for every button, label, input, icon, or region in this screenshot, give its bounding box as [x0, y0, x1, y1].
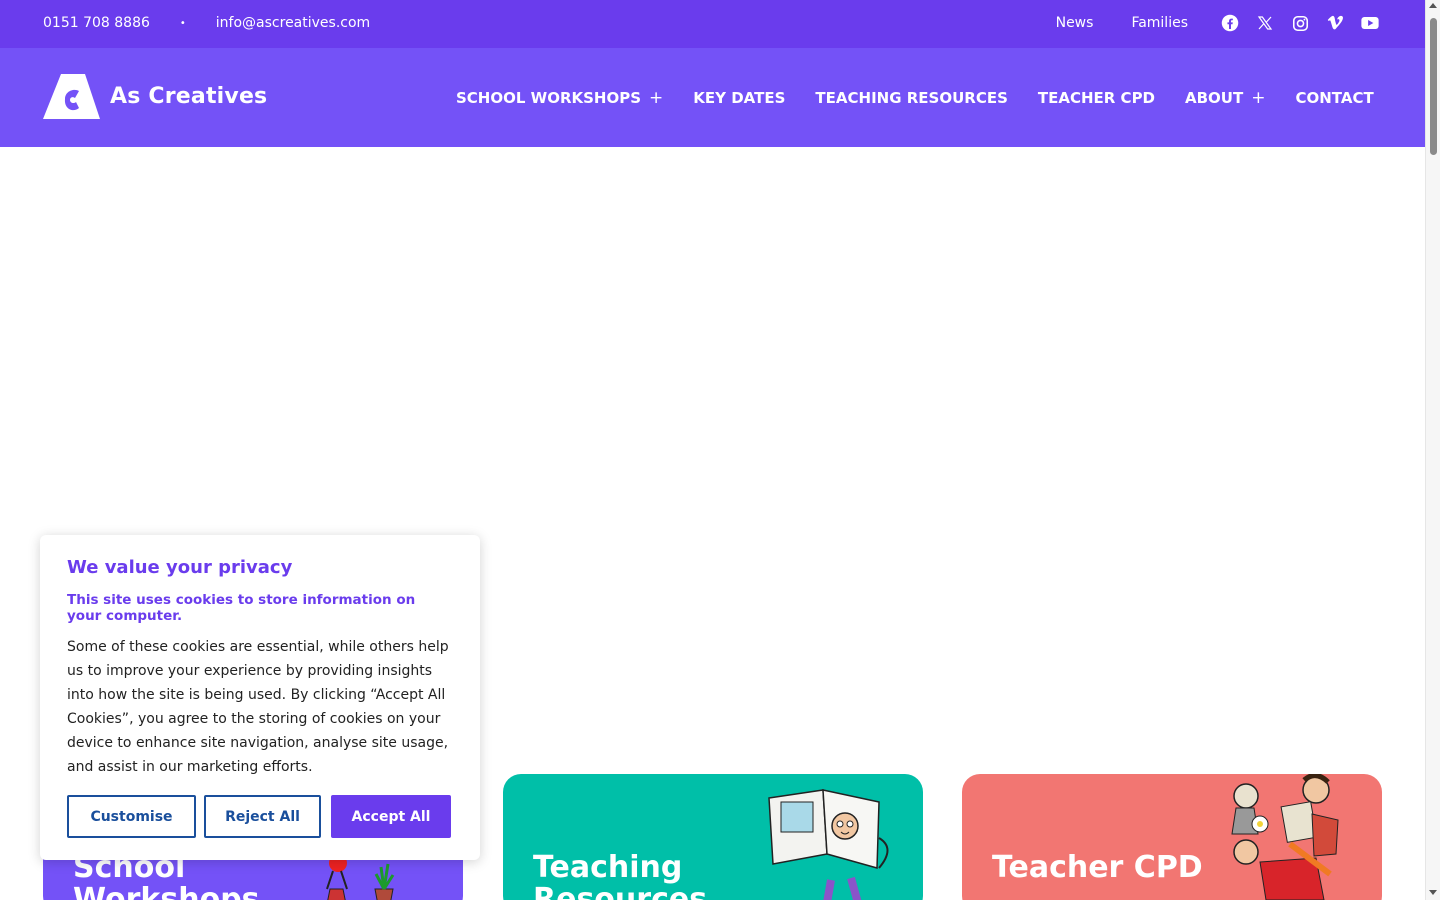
- separator-dot: •: [179, 17, 186, 29]
- youtube-icon[interactable]: [1360, 13, 1380, 33]
- nav-label: TEACHING RESOURCES: [815, 88, 1008, 107]
- card-title: Teacher CPD: [992, 850, 1203, 885]
- nav-label: KEY DATES: [693, 88, 786, 107]
- reading-book-illustration-icon: [768, 789, 889, 900]
- scroll-up-arrow-icon[interactable]: [1429, 3, 1437, 8]
- x-twitter-icon[interactable]: [1255, 13, 1275, 33]
- nav-label: ABOUT: [1185, 88, 1244, 107]
- nav-contact[interactable]: CONTACT: [1295, 89, 1373, 107]
- card-teacher-cpd[interactable]: Teacher CPD: [962, 774, 1382, 900]
- top-bar: 0151 708 8886 • info@ascreatives.com New…: [0, 0, 1425, 48]
- cookie-consent-banner: We value your privacy This site uses coo…: [40, 535, 480, 860]
- families-link[interactable]: Families: [1131, 15, 1188, 31]
- facebook-icon[interactable]: [1220, 13, 1240, 33]
- teachers-group-illustration-icon: [1231, 774, 1339, 900]
- instagram-icon[interactable]: [1290, 13, 1310, 33]
- nav-label: SCHOOL WORKSHOPS: [456, 88, 642, 107]
- email-link[interactable]: info@ascreatives.com: [216, 15, 370, 31]
- logo-wordmark: As Creatives: [110, 84, 268, 109]
- vimeo-icon[interactable]: [1325, 13, 1345, 33]
- site-logo[interactable]: As Creatives: [43, 74, 267, 119]
- main-nav: SCHOOL WORKSHOPS + KEY DATES TEACHING RES…: [456, 48, 1404, 147]
- cookie-subheading: This site uses cookies to store informat…: [67, 592, 416, 624]
- nav-teaching-resources[interactable]: TEACHING RESOURCES: [815, 89, 1007, 107]
- contact-info: 0151 708 8886 • info@ascreatives.com: [43, 0, 370, 46]
- expand-plus-icon: +: [649, 87, 664, 108]
- news-link[interactable]: News: [1056, 15, 1094, 31]
- cookie-heading: We value your privacy: [67, 557, 293, 578]
- site-header: As Creatives SCHOOL WORKSHOPS + KEY DATES…: [0, 48, 1425, 147]
- card-title: Teaching Resources: [533, 850, 708, 900]
- customise-button[interactable]: Customise: [67, 795, 196, 838]
- social-links: [1220, 13, 1380, 33]
- nav-school-workshops[interactable]: SCHOOL WORKSHOPS +: [456, 88, 663, 108]
- accept-all-button[interactable]: Accept All: [331, 795, 451, 838]
- phone-link[interactable]: 0151 708 8886: [43, 15, 150, 31]
- nav-about[interactable]: ABOUT +: [1185, 88, 1265, 108]
- logo-mark-icon: [43, 74, 100, 119]
- scrollbar-thumb[interactable]: [1430, 18, 1437, 155]
- cookie-description: Some of these cookies are essential, whi…: [67, 639, 449, 775]
- card-teaching-resources[interactable]: Teaching Resources: [503, 774, 923, 900]
- nav-key-dates[interactable]: KEY DATES: [693, 89, 785, 107]
- page-scrollbar[interactable]: [1425, 0, 1440, 900]
- expand-plus-icon: +: [1251, 87, 1266, 108]
- nav-label: TEACHER CPD: [1037, 88, 1156, 107]
- utility-nav: News Families: [1056, 0, 1380, 46]
- reject-all-button[interactable]: Reject All: [204, 795, 321, 838]
- nav-teacher-cpd[interactable]: TEACHER CPD: [1038, 89, 1155, 107]
- nav-label: CONTACT: [1295, 88, 1374, 107]
- scroll-down-arrow-icon[interactable]: [1429, 890, 1437, 895]
